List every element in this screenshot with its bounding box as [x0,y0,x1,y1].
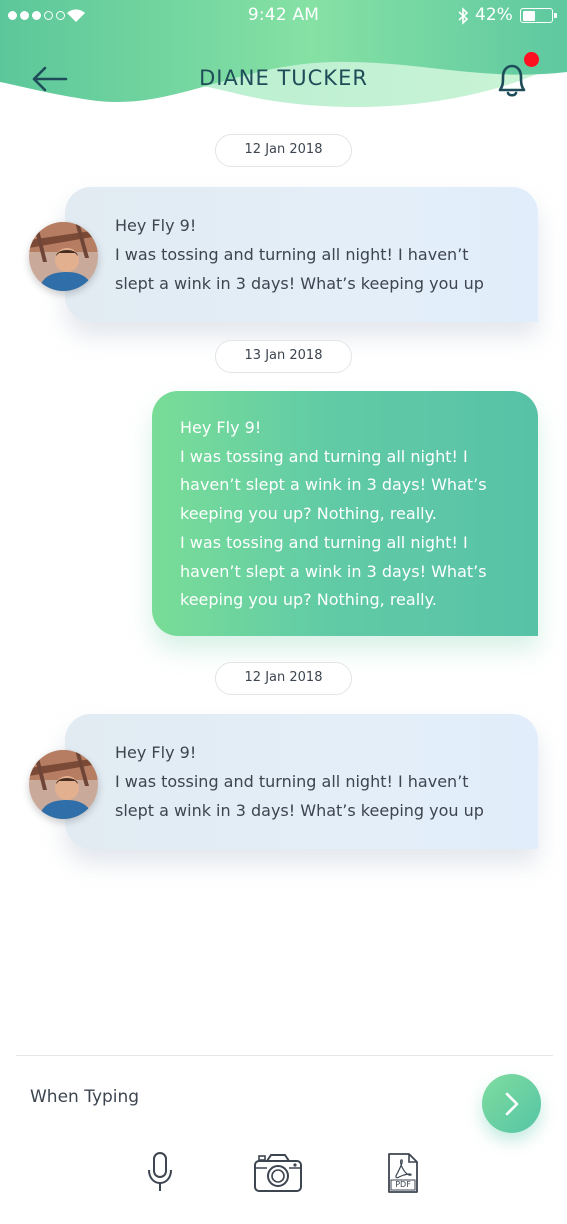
message-input[interactable] [30,1080,450,1114]
composer-divider [16,1055,553,1056]
send-button[interactable] [482,1074,541,1133]
pdf-label: PDF [395,1180,411,1189]
camera-icon[interactable] [253,1153,303,1193]
chat-contact-name: DIANE TUCKER [199,66,368,90]
message-line: haven’t slept a wink in 3 days! What’s [180,561,487,581]
avatar-photo [29,222,98,291]
bell-icon[interactable] [495,60,529,100]
message-line: keeping you up? Nothing, really. [180,590,437,610]
message-line: keeping you up? Nothing, really. [180,504,437,524]
incoming-message-bubble: Hey Fly 9! I was tossing and turning all… [65,187,538,322]
date-separator: 12 Jan 2018 [215,662,352,695]
bluetooth-icon [458,7,469,25]
battery-percentage: 42% [475,5,513,25]
incoming-message-bubble: Hey Fly 9! I was tossing and turning all… [65,714,538,849]
message-line: I was tossing and turning all night! I h… [115,245,469,264]
date-separator: 12 Jan 2018 [215,134,352,167]
message-line: slept a wink in 3 days! What’s keeping y… [115,274,484,293]
outgoing-message-bubble: Hey Fly 9! I was tossing and turning all… [152,391,538,636]
date-separator: 13 Jan 2018 [215,340,352,373]
avatar-photo [29,750,98,819]
message-line: I was tossing and turning all night! I [180,532,468,552]
message-line: slept a wink in 3 days! What’s keeping y… [115,801,484,820]
pdf-file-icon[interactable]: PDF [387,1152,419,1194]
avatar[interactable] [29,222,98,291]
message-line: I was tossing and turning all night! I h… [115,772,469,791]
message-line: Hey Fly 9! [115,743,197,762]
message-line: haven’t slept a wink in 3 days! What’s [180,475,487,495]
message-line: I was tossing and turning all night! I [180,446,468,466]
avatar[interactable] [29,750,98,819]
status-bar: 9:42 AM 42% [0,0,567,32]
message-line: Hey Fly 9! [180,418,262,437]
notification-badge [524,52,539,67]
microphone-icon[interactable] [146,1150,174,1194]
message-line: Hey Fly 9! [115,216,197,235]
battery-icon [520,8,557,23]
chevron-right-icon [505,1092,519,1116]
